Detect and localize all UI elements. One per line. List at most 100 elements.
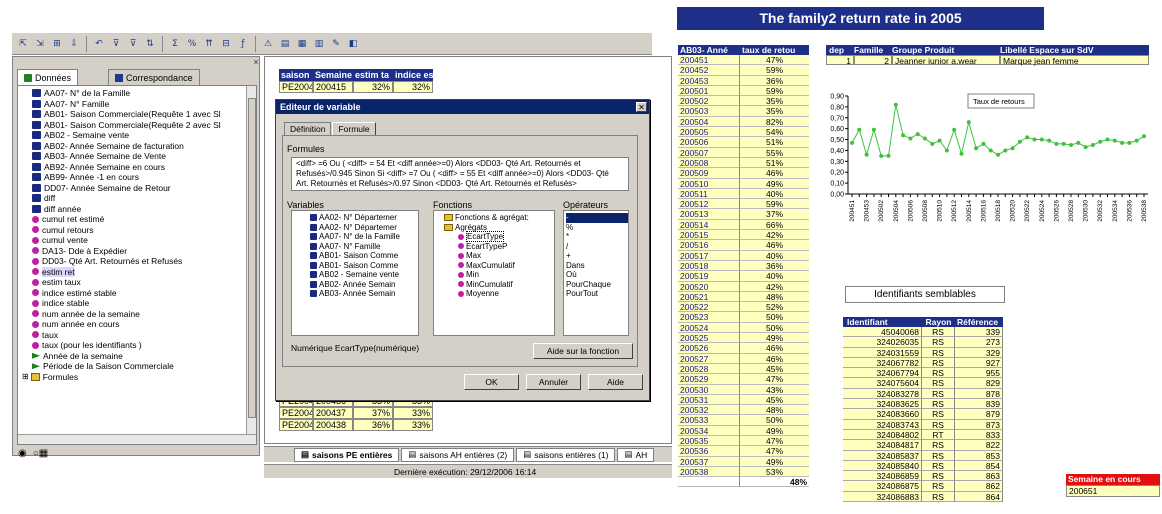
operator-option[interactable]: / — [566, 242, 628, 252]
tree-item[interactable]: AB92- Année Semaine en cours — [32, 162, 256, 173]
undo-icon[interactable]: ↶ — [92, 37, 106, 51]
operator-option[interactable]: PourChaque — [566, 280, 628, 290]
close-icon[interactable]: ✕ — [636, 102, 647, 112]
help-button[interactable]: Aide — [588, 374, 643, 390]
variable-option[interactable]: AB01- Saison Comme — [310, 251, 418, 261]
tree-item[interactable]: estim ret — [32, 266, 256, 278]
tree-item[interactable]: num année de la semaine — [32, 309, 256, 320]
drill-icon[interactable]: ⇩ — [67, 37, 81, 51]
tree-item[interactable]: AB01- Saison Commerciale(Requête 1 avec … — [32, 109, 256, 120]
operator-option[interactable]: Dans — [566, 261, 628, 271]
variable-option[interactable]: AA02- N° Départemer — [310, 223, 418, 233]
sheet-cell[interactable]: 32% — [393, 81, 433, 93]
operator-option[interactable]: + — [566, 251, 628, 261]
operators-list[interactable]: -% * / + Dans Où PourChaque PourTout — [563, 210, 629, 336]
variable-option[interactable]: AB02 - Semaine vente — [310, 270, 418, 280]
tree-item[interactable]: cumul retours — [32, 225, 256, 236]
sheet-cell[interactable]: 33% — [393, 407, 433, 419]
sheet-cell[interactable]: 33% — [393, 419, 433, 431]
sum-icon[interactable]: Σ — [168, 37, 182, 51]
sheet-tab[interactable]: ▤ saisons entières (1) — [516, 447, 616, 462]
break-icon[interactable]: ⊟ — [219, 37, 233, 51]
function-option[interactable]: EcartType — [458, 231, 554, 243]
tree-item[interactable]: cumul ret estimé — [32, 214, 256, 225]
variable-option[interactable]: AA07- N° Famille — [310, 242, 418, 252]
sheet-cell[interactable]: PE2004 — [279, 81, 313, 93]
tab-formule[interactable]: Formule — [332, 122, 376, 136]
tree-item[interactable]: AB03- Année Semaine de Vente — [32, 151, 256, 162]
rank-icon[interactable]: ⇈ — [202, 37, 216, 51]
percent-icon[interactable]: % — [185, 37, 199, 51]
tree-item[interactable]: num année en cours — [32, 319, 256, 330]
tree-item[interactable]: AB02- Année Semaine de facturation — [32, 141, 256, 152]
sheet-column-header[interactable]: saison — [279, 69, 313, 81]
tree-item[interactable]: Période de la Saison Commerciale — [32, 361, 256, 372]
tree-item[interactable]: taux — [32, 330, 256, 341]
radio-icon[interactable]: ◉ — [18, 448, 27, 459]
filter-icon[interactable]: ⊽ — [126, 37, 140, 51]
select-all-icon[interactable]: ⊞ — [50, 37, 64, 51]
operator-option[interactable]: PourTout — [566, 289, 628, 299]
tree-item[interactable]: AB01- Saison Commerciale(Requête 2 avec … — [32, 120, 256, 131]
expand-icon[interactable]: ⊞ — [22, 372, 29, 381]
tree-item[interactable]: Année de la semaine — [32, 351, 256, 362]
chart-icon[interactable]: ▥ — [312, 37, 326, 51]
operator-option[interactable]: - — [566, 213, 628, 223]
scroll-thumb[interactable] — [248, 98, 256, 418]
operator-option[interactable]: % — [566, 223, 628, 233]
tree-item[interactable]: DD03- Qté Art. Retournés et Refusés — [32, 256, 256, 267]
sheet-cell[interactable]: PE2004 — [279, 419, 313, 431]
ok-button[interactable]: OK — [464, 374, 519, 390]
tree-item[interactable]: indice stable — [32, 298, 256, 309]
sheet-tab[interactable]: ▤ saisons AH entières (2) — [401, 447, 515, 462]
sheet-column-header[interactable]: estim ta — [353, 69, 393, 81]
function-option[interactable]: EcartTypeP — [458, 242, 554, 252]
sheet-tab[interactable]: ▤ AH — [617, 447, 655, 462]
tab-correspondance[interactable]: Correspondance — [108, 69, 200, 85]
tree-scrollbar[interactable] — [246, 86, 256, 444]
tree-item[interactable]: AA07- N° de la Famille — [32, 88, 256, 99]
sheet-tab[interactable]: ▤ saisons PE entières — [294, 447, 400, 462]
variable-option[interactable]: AB02- Année Semain — [310, 280, 418, 290]
variable-option[interactable]: AB01- Saison Comme — [310, 261, 418, 271]
tree-item[interactable]: AB02 - Semaine vente — [32, 130, 256, 141]
variable-option[interactable]: AB03- Année Semain — [310, 289, 418, 299]
sheet-cell[interactable]: 200438 — [313, 419, 353, 431]
variable-option[interactable]: AA07- N° de la Famille — [310, 232, 418, 242]
function-option[interactable]: MinCumulatif — [458, 280, 554, 290]
table-icon[interactable]: ▦ — [295, 37, 309, 51]
close-icon[interactable]: × — [251, 58, 261, 68]
sort-icon[interactable]: ⇅ — [143, 37, 157, 51]
tab-donnees[interactable]: Données — [17, 69, 79, 85]
tree-item[interactable]: indice estimé stable — [32, 288, 256, 299]
formula-editor[interactable]: <diff> =6 Ou ( <diff> = 54 Et <diff anné… — [291, 157, 629, 191]
table-icon[interactable]: ○▦ — [33, 448, 49, 459]
functions-list[interactable]: Fonctions & agrégat: Agrégats EcartType Eca… — [433, 210, 555, 336]
tree-item[interactable]: diff — [32, 193, 256, 204]
tree-item[interactable]: diff année — [32, 204, 256, 215]
tab-definition[interactable]: Définition — [284, 122, 332, 136]
function-option[interactable]: Moyenne — [458, 289, 554, 299]
tree-item[interactable]: ⊞ Formules — [22, 372, 256, 383]
tree-item[interactable]: estim taux — [32, 277, 256, 288]
function-option[interactable]: Min — [458, 270, 554, 280]
alert-icon[interactable]: ⚠ — [261, 37, 275, 51]
view-toggle[interactable]: ◉ ○▦ — [18, 448, 48, 459]
select-icon[interactable]: ⇲ — [33, 37, 47, 51]
tree-item[interactable]: DD07- Année Semaine de Retour — [32, 183, 256, 194]
variable-tree[interactable]: AA07- N° de la Famille AA07- N° Famille AB… — [17, 85, 257, 445]
group-icon[interactable]: ▤ — [278, 37, 292, 51]
tree-item[interactable]: DA13- Dde à Expédier — [32, 246, 256, 257]
filter-icon[interactable]: ⊽ — [109, 37, 123, 51]
sheet-cell[interactable]: 37% — [353, 407, 393, 419]
sheet-column-header[interactable]: indice es — [393, 69, 433, 81]
function-option[interactable]: MaxCumulatif — [458, 261, 554, 271]
function-help-button[interactable]: Aide sur la fonction — [533, 343, 633, 359]
tree-item[interactable]: AA07- N° Famille — [32, 99, 256, 110]
cancel-button[interactable]: Annuler — [526, 374, 581, 390]
variable-option[interactable]: AA02- N° Départemer — [310, 213, 418, 223]
tree-item[interactable]: taux (pour les identifiants ) — [32, 340, 256, 351]
tree-hscrollbar[interactable] — [18, 434, 256, 444]
sheet-cell[interactable]: PE2004 — [279, 407, 313, 419]
variables-list[interactable]: AA02- N° Départemer AA02- N° Départemer AA… — [291, 210, 419, 336]
